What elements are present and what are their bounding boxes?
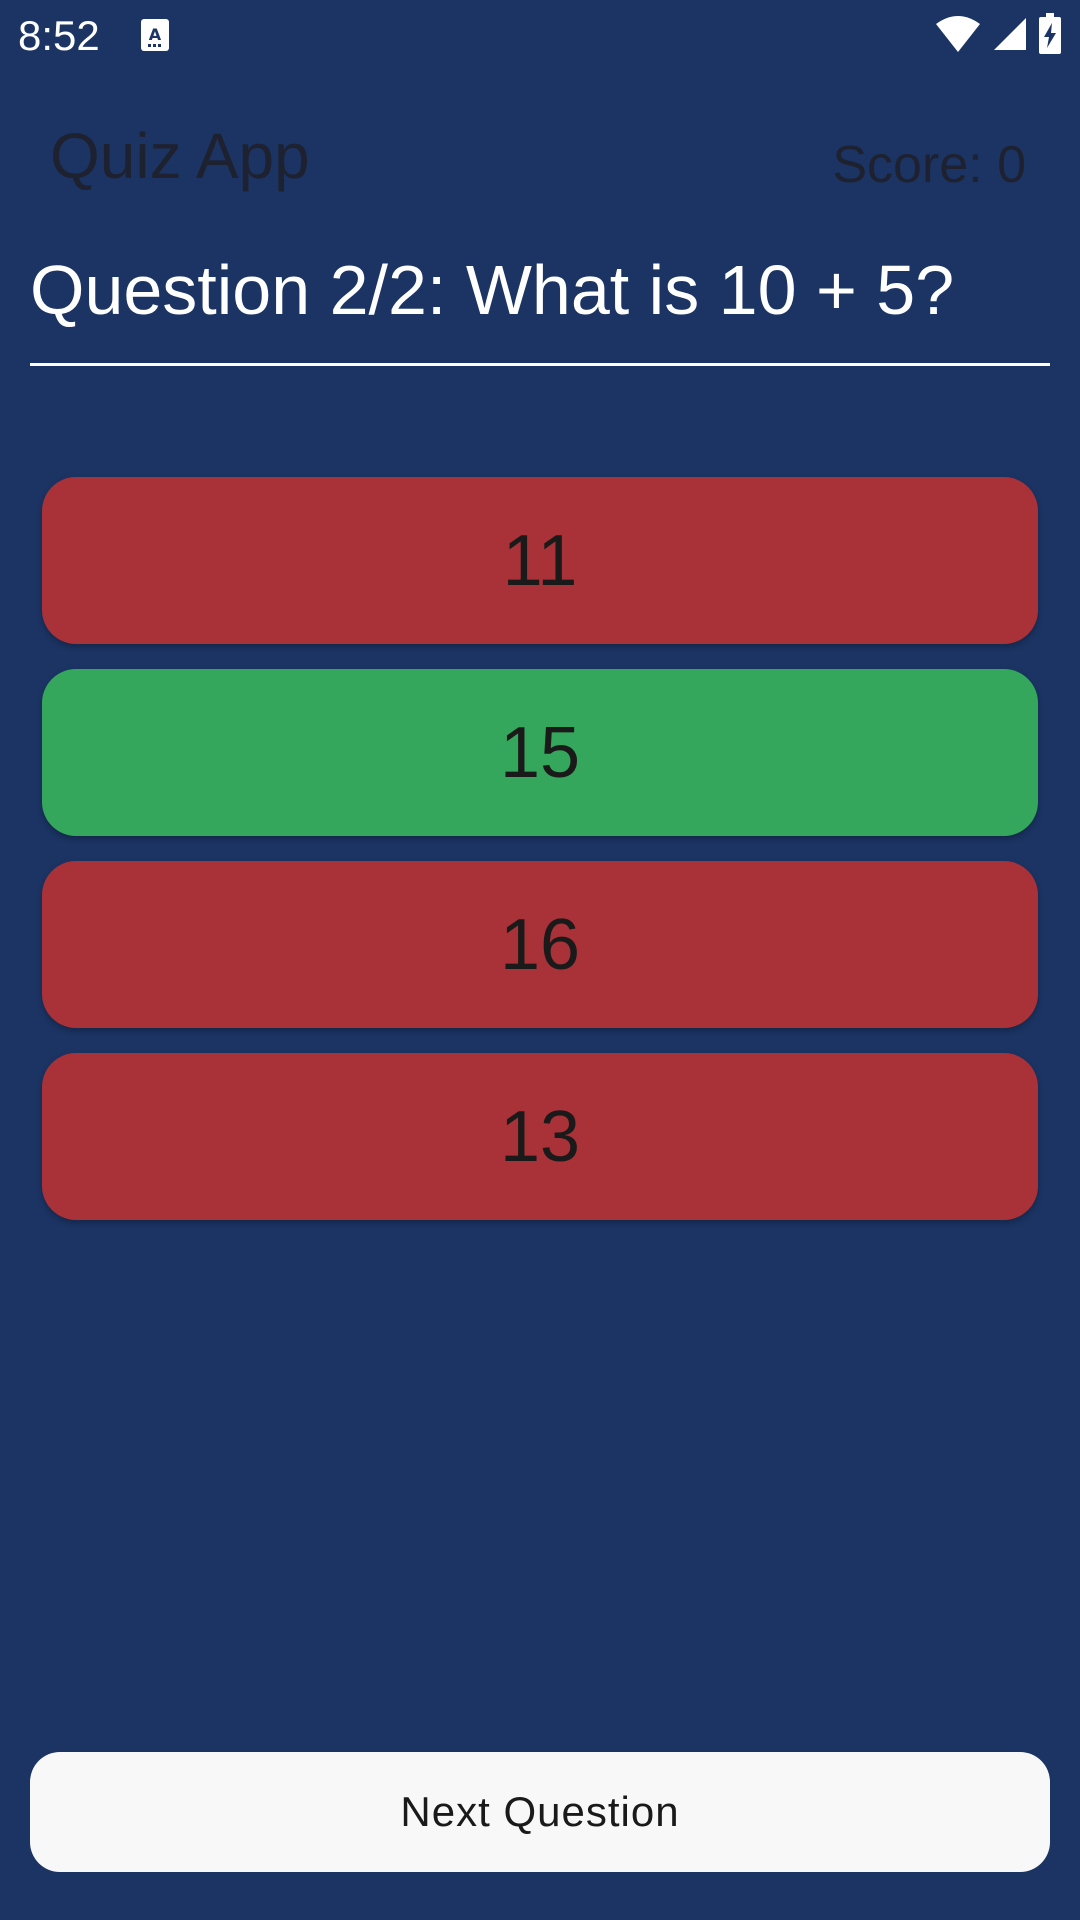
status-icons bbox=[934, 12, 1062, 60]
question-text: Question 2/2: What is 10 + 5? bbox=[30, 251, 955, 329]
wifi-icon bbox=[934, 14, 982, 59]
quiz-screen: 8:52 A Quiz App Score: 0 Question 2/2: W… bbox=[0, 0, 1080, 1920]
app-title: Quiz App bbox=[50, 120, 310, 192]
answer-option[interactable]: 16 bbox=[42, 861, 1038, 1028]
divider bbox=[30, 363, 1050, 366]
answer-option[interactable]: 11 bbox=[42, 477, 1038, 644]
text-input-notification-icon: A bbox=[140, 18, 170, 52]
answer-option-correct[interactable]: 15 bbox=[42, 669, 1038, 836]
answer-option[interactable]: 13 bbox=[42, 1053, 1038, 1220]
score-label: Score: 0 bbox=[832, 136, 1026, 194]
svg-text:A: A bbox=[149, 25, 162, 44]
cellular-signal-icon bbox=[992, 16, 1028, 57]
answer-options: 11 15 16 13 bbox=[42, 477, 1038, 1245]
next-question-button[interactable]: Next Question bbox=[30, 1752, 1050, 1872]
status-time: 8:52 bbox=[18, 12, 100, 59]
status-bar: 8:52 A bbox=[0, 0, 1080, 72]
battery-charging-icon bbox=[1038, 12, 1062, 60]
